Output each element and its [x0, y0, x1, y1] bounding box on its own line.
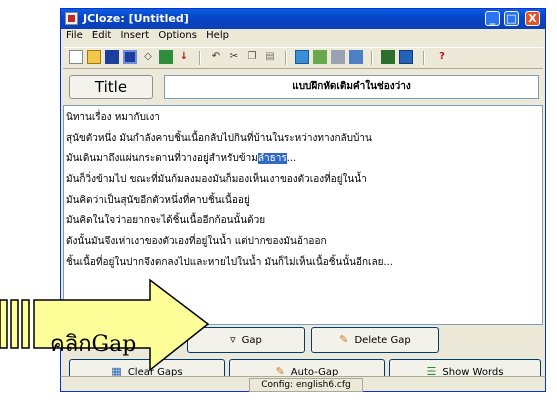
callout-bar-3 — [21, 299, 30, 349]
callout-bar-1 — [0, 299, 8, 349]
callout-label: คลิกGap — [50, 332, 137, 357]
callout-bar-2 — [10, 299, 19, 349]
